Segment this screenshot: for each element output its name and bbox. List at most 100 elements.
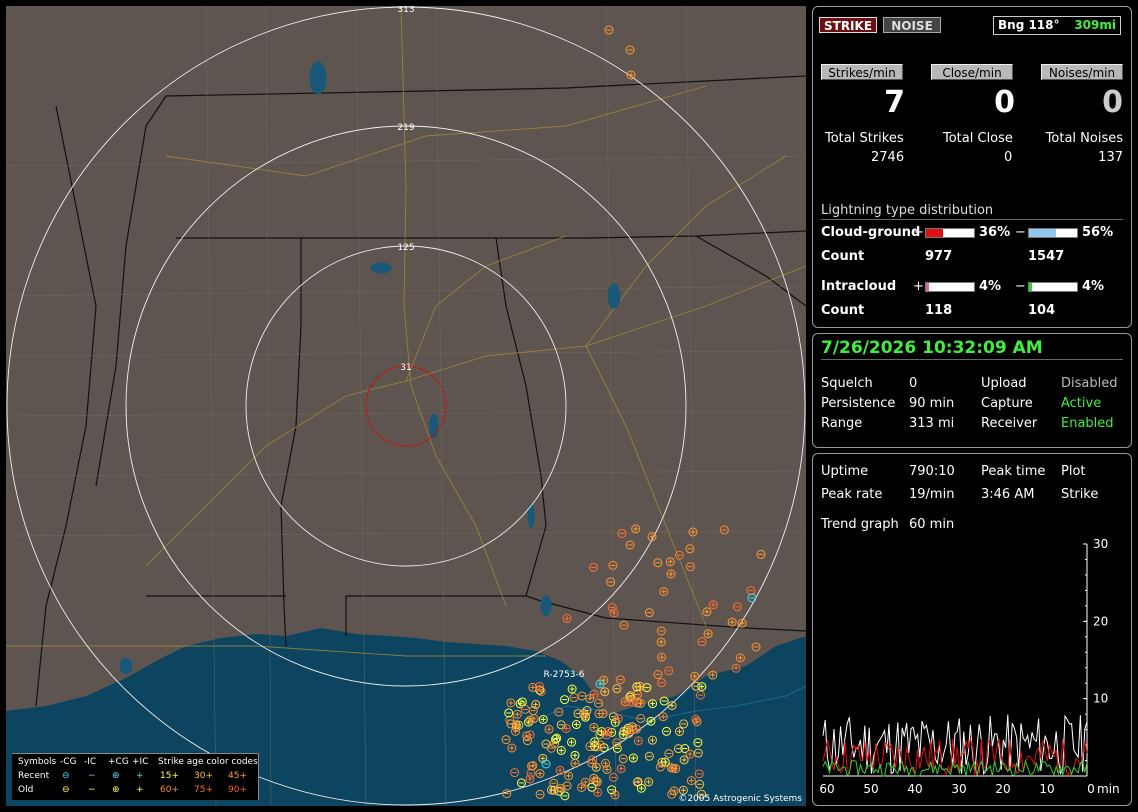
strike-marker bbox=[657, 678, 667, 688]
trend-y-tick-label: 30 bbox=[1093, 537, 1108, 551]
plot-value: Strike bbox=[1061, 487, 1099, 502]
strike-marker bbox=[719, 525, 729, 535]
age-60: 60+ bbox=[160, 785, 179, 795]
strike-marker bbox=[666, 569, 676, 579]
noises-per-min-header: Noises/min bbox=[1041, 64, 1123, 80]
ic-positive-count: 118 bbox=[925, 303, 953, 318]
legend-age-title: Strike age color codes bbox=[158, 757, 258, 767]
capture-value: Active bbox=[1061, 396, 1102, 411]
peak-rate-value: 19/min bbox=[909, 487, 955, 502]
cg-count-label: Count bbox=[821, 249, 865, 264]
datetime-divider bbox=[821, 359, 1123, 360]
cg-positive-pct: 36% bbox=[979, 225, 1011, 240]
cg-negative-bar bbox=[1028, 228, 1078, 238]
datetime-display: 7/26/2026 10:32:09 AM bbox=[821, 338, 1043, 358]
strike-marker bbox=[657, 652, 667, 662]
recent-neg-cg-icon: ⊖ bbox=[62, 771, 70, 781]
upload-value: Disabled bbox=[1061, 376, 1118, 391]
strike-marker bbox=[747, 593, 757, 603]
strike-marker bbox=[732, 602, 742, 612]
trend-x-tick-label: 50 bbox=[863, 782, 878, 796]
strike-marker bbox=[656, 637, 666, 647]
persistence-value: 90 min bbox=[909, 396, 955, 411]
age-75: 75+ bbox=[194, 785, 213, 795]
strike-marker bbox=[735, 653, 745, 663]
age-15: 15+ bbox=[160, 771, 179, 781]
recent-neg-ic-icon: − bbox=[88, 771, 96, 781]
strike-marker bbox=[688, 527, 698, 537]
trend-x-tick-label: 0 bbox=[1087, 782, 1095, 796]
total-close-value: 0 bbox=[1004, 150, 1013, 165]
intracloud-label: Intracloud bbox=[821, 279, 897, 294]
strike-marker bbox=[697, 637, 707, 647]
peak-time-value: 3:46 AM bbox=[981, 487, 1035, 502]
squelch-value: 0 bbox=[909, 376, 918, 391]
trend-x-tick-label: 10 bbox=[1039, 782, 1054, 796]
bearing-distance: 309mi bbox=[1074, 18, 1116, 32]
strike-marker bbox=[653, 670, 663, 680]
total-close-label: Total Close bbox=[943, 131, 1013, 146]
legend-recent-label: Recent bbox=[18, 771, 50, 781]
distribution-title: Lightning type distribution bbox=[821, 203, 994, 218]
trend-x-tick-label: 60 bbox=[819, 782, 834, 796]
strike-marker bbox=[656, 626, 666, 636]
copyright-text: ©2005 Astrogenic Systems bbox=[678, 794, 802, 804]
ring-label-125: 125 bbox=[397, 243, 414, 253]
legend-old-label: Old bbox=[18, 785, 34, 795]
strike-marker bbox=[727, 617, 737, 627]
strike-marker bbox=[562, 613, 572, 623]
legend-symbols-label: Symbols bbox=[18, 757, 57, 767]
stats-panel: Uptime 790:10 Peak time Plot Peak rate 1… bbox=[812, 453, 1132, 806]
strike-map[interactable]: 313 219 125 31 R-2753-6 Symbols -CG -IC … bbox=[6, 6, 806, 806]
ic-negative-count: 104 bbox=[1028, 303, 1056, 318]
strike-marker bbox=[617, 528, 627, 538]
upload-label: Upload bbox=[981, 376, 1027, 391]
strike-marker bbox=[620, 697, 630, 707]
strike-marker bbox=[751, 642, 761, 652]
cloud-ground-label: Cloud-ground bbox=[821, 225, 921, 240]
strike-marker bbox=[600, 687, 610, 697]
cg-negative-count: 1547 bbox=[1028, 249, 1065, 264]
total-strikes-value: 2746 bbox=[871, 150, 905, 165]
strike-button[interactable]: STRIKE bbox=[819, 17, 877, 33]
ic-positive-bar bbox=[925, 282, 975, 292]
old-neg-ic-icon: − bbox=[88, 785, 96, 795]
strike-marker bbox=[607, 603, 617, 613]
squelch-label: Squelch bbox=[821, 376, 873, 391]
map-canvas: 313 219 125 31 R-2753-6 bbox=[6, 6, 806, 806]
age-30: 30+ bbox=[194, 771, 213, 781]
trend-x-tick-label: 20 bbox=[995, 782, 1010, 796]
ring-label-31: 31 bbox=[400, 363, 411, 373]
distribution-divider bbox=[821, 219, 1123, 220]
strike-marker bbox=[685, 562, 695, 572]
trend-y-tick-label: 20 bbox=[1093, 614, 1108, 628]
legend-neg-ic: -IC bbox=[84, 757, 97, 767]
strikes-per-min-value: 7 bbox=[884, 85, 905, 120]
receiver-label: Receiver bbox=[981, 416, 1038, 431]
noise-button[interactable]: NOISE bbox=[883, 17, 941, 33]
uptime-value: 790:10 bbox=[909, 464, 955, 479]
bearing-readout: Bng 118° 309mi bbox=[993, 16, 1121, 35]
strike-readout-label: R-2753-6 bbox=[543, 670, 584, 680]
age-45: 45+ bbox=[228, 771, 247, 781]
plot-label: Plot bbox=[1061, 464, 1086, 479]
strike-marker bbox=[589, 562, 599, 572]
trend-graph-value: 60 min bbox=[909, 517, 955, 532]
strike-marker bbox=[659, 587, 669, 597]
total-noises-label: Total Noises bbox=[1045, 131, 1123, 146]
ic-minus-sign: − bbox=[1015, 279, 1026, 294]
persistence-label: Persistence bbox=[821, 396, 896, 411]
cg-positive-bar bbox=[925, 228, 975, 238]
strike-marker bbox=[619, 620, 629, 630]
strike-marker bbox=[653, 558, 663, 568]
ic-negative-bar bbox=[1028, 282, 1078, 292]
uptime-label: Uptime bbox=[821, 464, 869, 479]
peak-time-label: Peak time bbox=[981, 464, 1046, 479]
strikes-per-min-header: Strikes/min bbox=[821, 64, 903, 80]
strike-marker bbox=[665, 557, 675, 567]
strike-marker bbox=[625, 45, 635, 55]
strike-counter-panel: STRIKE NOISE Bng 118° 309mi Strikes/min … bbox=[812, 6, 1132, 328]
symbol-legend: Symbols -CG -IC +CG +IC Strike age color… bbox=[12, 753, 259, 800]
age-90: 90+ bbox=[228, 785, 247, 795]
strike-marker bbox=[703, 629, 713, 639]
